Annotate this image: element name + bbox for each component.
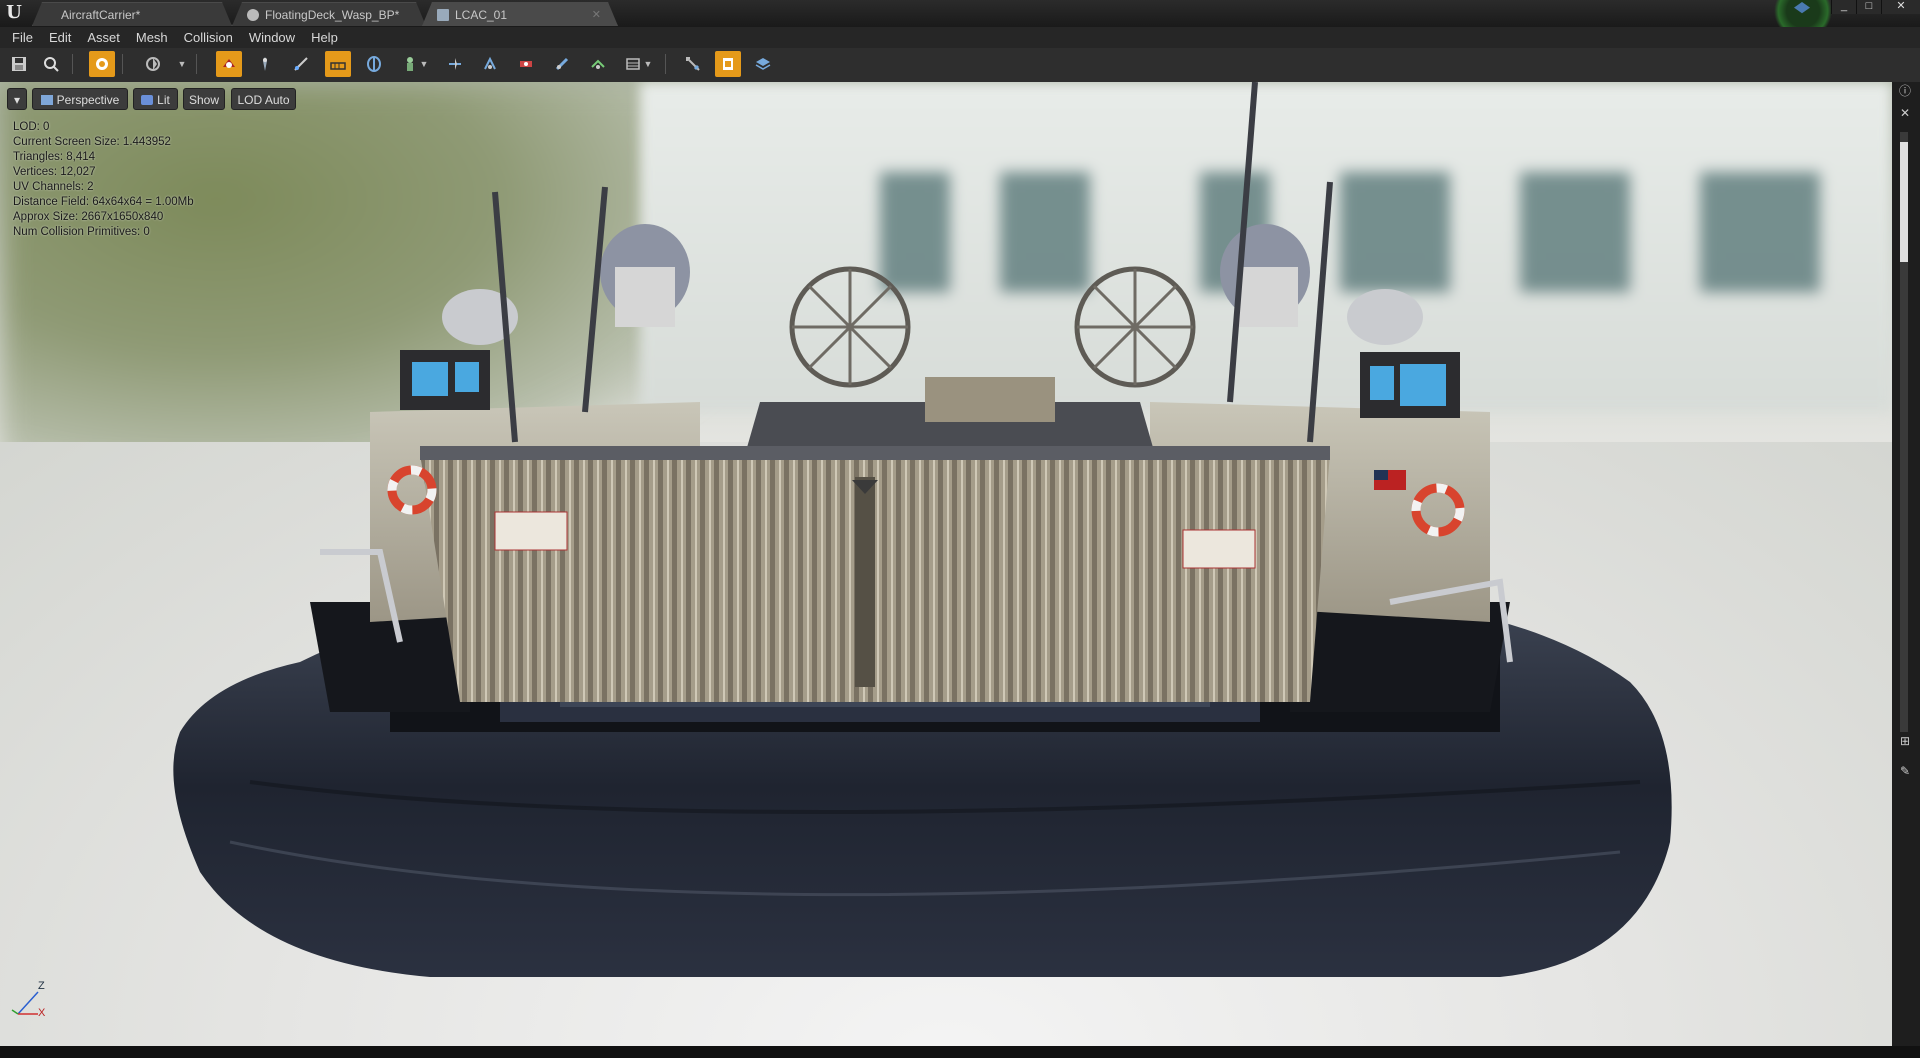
perspective-button[interactable]: Perspective	[32, 88, 128, 110]
perspective-label: Perspective	[56, 93, 120, 107]
close-panel-icon[interactable]: ✕	[1896, 104, 1914, 122]
tab-floatingdeck[interactable]: FloatingDeck_Wasp_BP*	[232, 2, 426, 26]
menu-asset[interactable]: Asset	[79, 27, 128, 48]
toolbar: ▼ ▼ ▼	[0, 48, 1920, 83]
mesh-viewport[interactable]: ▾ Perspective Lit Show LOD Auto LOD: 0 C…	[0, 82, 1892, 1046]
uv-icon[interactable]	[252, 51, 278, 77]
static-mesh-icon	[437, 9, 449, 21]
pin-icon[interactable]: ⊞	[1896, 732, 1914, 750]
stat-distance-field: Distance Field: 64x64x64 = 1.00Mb	[13, 196, 194, 208]
stat-vertices: Vertices: 12,027	[13, 166, 96, 178]
sockets-dropdown-icon[interactable]: ▼	[418, 51, 430, 77]
axis-gizmo: Z X	[8, 980, 48, 1022]
stat-triangles: Triangles: 8,414	[13, 151, 96, 163]
show-button[interactable]: Show	[183, 88, 225, 110]
menu-help[interactable]: Help	[303, 27, 346, 48]
tab-lcac01[interactable]: LCAC_01 ✕	[422, 2, 618, 26]
save-icon[interactable]	[6, 51, 32, 77]
unreal-logo-icon[interactable]: U	[4, 3, 24, 23]
fit-icon[interactable]	[680, 51, 706, 77]
lit-label: Lit	[157, 93, 170, 107]
lit-button[interactable]: Lit	[133, 88, 178, 110]
info-icon[interactable]: ⓘ	[1896, 82, 1914, 100]
camera-dropdown-icon[interactable]: ▼	[176, 51, 188, 77]
title-bar: U AircraftCarrier* FloatingDeck_Wasp_BP*…	[0, 0, 1920, 38]
mesh-stats-overlay: LOD: 0 Current Screen Size: 1.443952 Tri…	[13, 120, 194, 240]
tab-label: AircraftCarrier*	[61, 8, 141, 22]
wireframe-icon[interactable]	[477, 51, 503, 77]
settings-icon[interactable]	[715, 51, 741, 77]
close-tab-icon[interactable]: ✕	[592, 3, 601, 27]
browse-icon[interactable]	[38, 51, 64, 77]
details-panel-strip: ⓘ ✕ ⊞ ✎	[1892, 82, 1920, 1046]
normals-icon[interactable]	[288, 51, 314, 77]
axis-x-label: X	[38, 1007, 46, 1019]
vertical-scrollbar[interactable]	[1900, 132, 1908, 732]
grid-icon[interactable]	[325, 51, 351, 77]
window-controls: _ □ ✕	[1831, 0, 1920, 18]
stat-screen-size: Current Screen Size: 1.443952	[13, 136, 171, 148]
tab-label: LCAC_01	[455, 8, 508, 22]
tab-label: FloatingDeck_Wasp_BP*	[265, 8, 400, 22]
camera-icon[interactable]	[140, 51, 166, 77]
menu-mesh[interactable]: Mesh	[128, 27, 176, 48]
reimport-icon[interactable]	[89, 51, 115, 77]
wrench-icon[interactable]: ✎	[1896, 762, 1914, 780]
stat-uv-channels: UV Channels: 2	[13, 181, 94, 193]
complex-collision-icon[interactable]	[549, 51, 575, 77]
menu-edit[interactable]: Edit	[41, 27, 79, 48]
lod-icon[interactable]	[585, 51, 611, 77]
menu-collision[interactable]: Collision	[176, 27, 241, 48]
perspective-icon	[40, 95, 53, 105]
stat-lod: LOD: 0	[13, 121, 50, 133]
minimize-button[interactable]: _	[1831, 0, 1856, 14]
maximize-button[interactable]: □	[1856, 0, 1881, 14]
status-bar	[0, 1046, 1920, 1058]
menu-window[interactable]: Window	[241, 27, 303, 48]
collision-icon[interactable]	[216, 51, 242, 77]
menu-file[interactable]: File	[0, 27, 41, 48]
tab-aircraftcarrier[interactable]: AircraftCarrier*	[32, 2, 232, 26]
viewport-options-dropdown[interactable]: ▾	[7, 88, 27, 110]
stat-collision-primitives: Num Collision Primitives: 0	[13, 226, 150, 238]
sphere-icon	[247, 9, 259, 21]
close-button[interactable]: ✕	[1881, 0, 1920, 14]
axis-z-label: Z	[38, 980, 45, 992]
vertices-icon[interactable]	[442, 51, 468, 77]
lit-icon	[141, 95, 154, 105]
menu-bar: File Edit Asset Mesh Collision Window He…	[0, 27, 1920, 48]
mip-dropdown-icon[interactable]: ▼	[642, 51, 654, 77]
pivot-icon[interactable]	[361, 51, 387, 77]
lod-auto-button[interactable]: LOD Auto	[231, 88, 296, 110]
scrollbar-thumb[interactable]	[1900, 142, 1908, 262]
lcac-mesh-model	[173, 82, 1672, 977]
simple-collision-icon[interactable]	[513, 51, 539, 77]
layers-icon[interactable]	[750, 51, 776, 77]
stat-approx-size: Approx Size: 2667x1650x840	[13, 211, 164, 223]
